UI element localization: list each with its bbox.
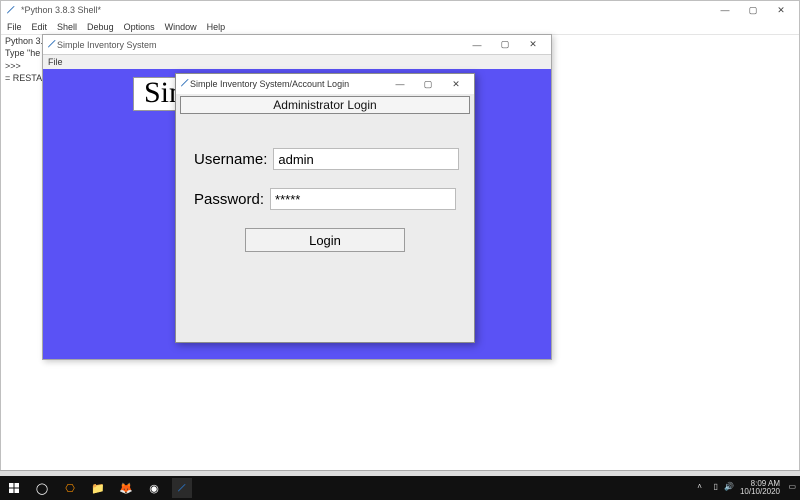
shell-menu-help[interactable]: Help bbox=[207, 22, 226, 32]
shell-close-button[interactable]: ✕ bbox=[767, 2, 795, 18]
taskbar-python-icon[interactable] bbox=[172, 478, 192, 498]
tk-icon bbox=[47, 39, 57, 51]
taskbar-firefox-icon[interactable]: 🦊 bbox=[116, 478, 136, 498]
login-button[interactable]: Login bbox=[245, 228, 405, 252]
taskbar-app-icon[interactable]: ⎔ bbox=[60, 478, 80, 498]
login-title: Simple Inventory System/Account Login bbox=[190, 79, 349, 89]
system-tray: ˄ ▯ 🔊 8:09 AM 10/10/2020 ▭ bbox=[692, 480, 796, 496]
tray-network-icon[interactable]: ▯ bbox=[708, 483, 718, 493]
inventory-minimize-button[interactable]: — bbox=[463, 37, 491, 53]
shell-menubar: File Edit Shell Debug Options Window Hel… bbox=[1, 19, 799, 35]
shell-maximize-button[interactable]: ▢ bbox=[739, 2, 767, 18]
login-dialog: Simple Inventory System/Account Login — … bbox=[175, 73, 475, 343]
tray-notifications-icon[interactable]: ▭ bbox=[786, 483, 796, 493]
username-row: Username: bbox=[194, 148, 456, 170]
tk-icon bbox=[180, 78, 190, 90]
taskbar-clock[interactable]: 8:09 AM 10/10/2020 bbox=[740, 480, 780, 496]
shell-menu-options[interactable]: Options bbox=[124, 22, 155, 32]
login-form: Username: Password: Login bbox=[176, 114, 474, 252]
inventory-maximize-button[interactable]: ▢ bbox=[491, 37, 519, 53]
taskbar-date: 10/10/2020 bbox=[740, 488, 780, 496]
inventory-titlebar[interactable]: Simple Inventory System — ▢ ✕ bbox=[43, 35, 551, 55]
shell-title: *Python 3.8.3 Shell* bbox=[21, 5, 101, 15]
login-maximize-button[interactable]: ▢ bbox=[414, 76, 442, 92]
taskbar-cortana-icon[interactable]: ◯ bbox=[32, 478, 52, 498]
python-icon bbox=[5, 4, 17, 16]
inventory-menubar: File bbox=[43, 55, 551, 69]
start-button[interactable] bbox=[4, 478, 24, 498]
inventory-title: Simple Inventory System bbox=[57, 40, 157, 50]
login-close-button[interactable]: ✕ bbox=[442, 76, 470, 92]
taskbar: ◯ ⎔ 📁 🦊 ◉ ˄ ▯ 🔊 8:09 AM 10/10/2020 ▭ bbox=[0, 476, 800, 500]
tray-volume-icon[interactable]: 🔊 bbox=[724, 483, 734, 493]
password-label: Password: bbox=[194, 191, 270, 208]
login-minimize-button[interactable]: — bbox=[386, 76, 414, 92]
shell-line: >>> bbox=[5, 61, 21, 71]
shell-line: Type "he bbox=[5, 48, 40, 58]
login-header: Administrator Login bbox=[180, 96, 470, 114]
login-titlebar[interactable]: Simple Inventory System/Account Login — … bbox=[176, 74, 474, 94]
password-input[interactable] bbox=[270, 188, 456, 210]
shell-menu-debug[interactable]: Debug bbox=[87, 22, 114, 32]
username-input[interactable] bbox=[273, 148, 459, 170]
shell-menu-shell[interactable]: Shell bbox=[57, 22, 77, 32]
inventory-menu-file[interactable]: File bbox=[48, 57, 63, 67]
shell-menu-file[interactable]: File bbox=[7, 22, 22, 32]
inventory-close-button[interactable]: ✕ bbox=[519, 37, 547, 53]
tray-chevron-up-icon[interactable]: ˄ bbox=[692, 483, 702, 493]
shell-menu-window[interactable]: Window bbox=[165, 22, 197, 32]
shell-menu-edit[interactable]: Edit bbox=[32, 22, 48, 32]
username-label: Username: bbox=[194, 151, 273, 168]
password-row: Password: bbox=[194, 188, 456, 210]
taskbar-explorer-icon[interactable]: 📁 bbox=[88, 478, 108, 498]
shell-minimize-button[interactable]: — bbox=[711, 2, 739, 18]
taskbar-chrome-icon[interactable]: ◉ bbox=[144, 478, 164, 498]
shell-titlebar[interactable]: *Python 3.8.3 Shell* — ▢ ✕ bbox=[1, 1, 799, 19]
